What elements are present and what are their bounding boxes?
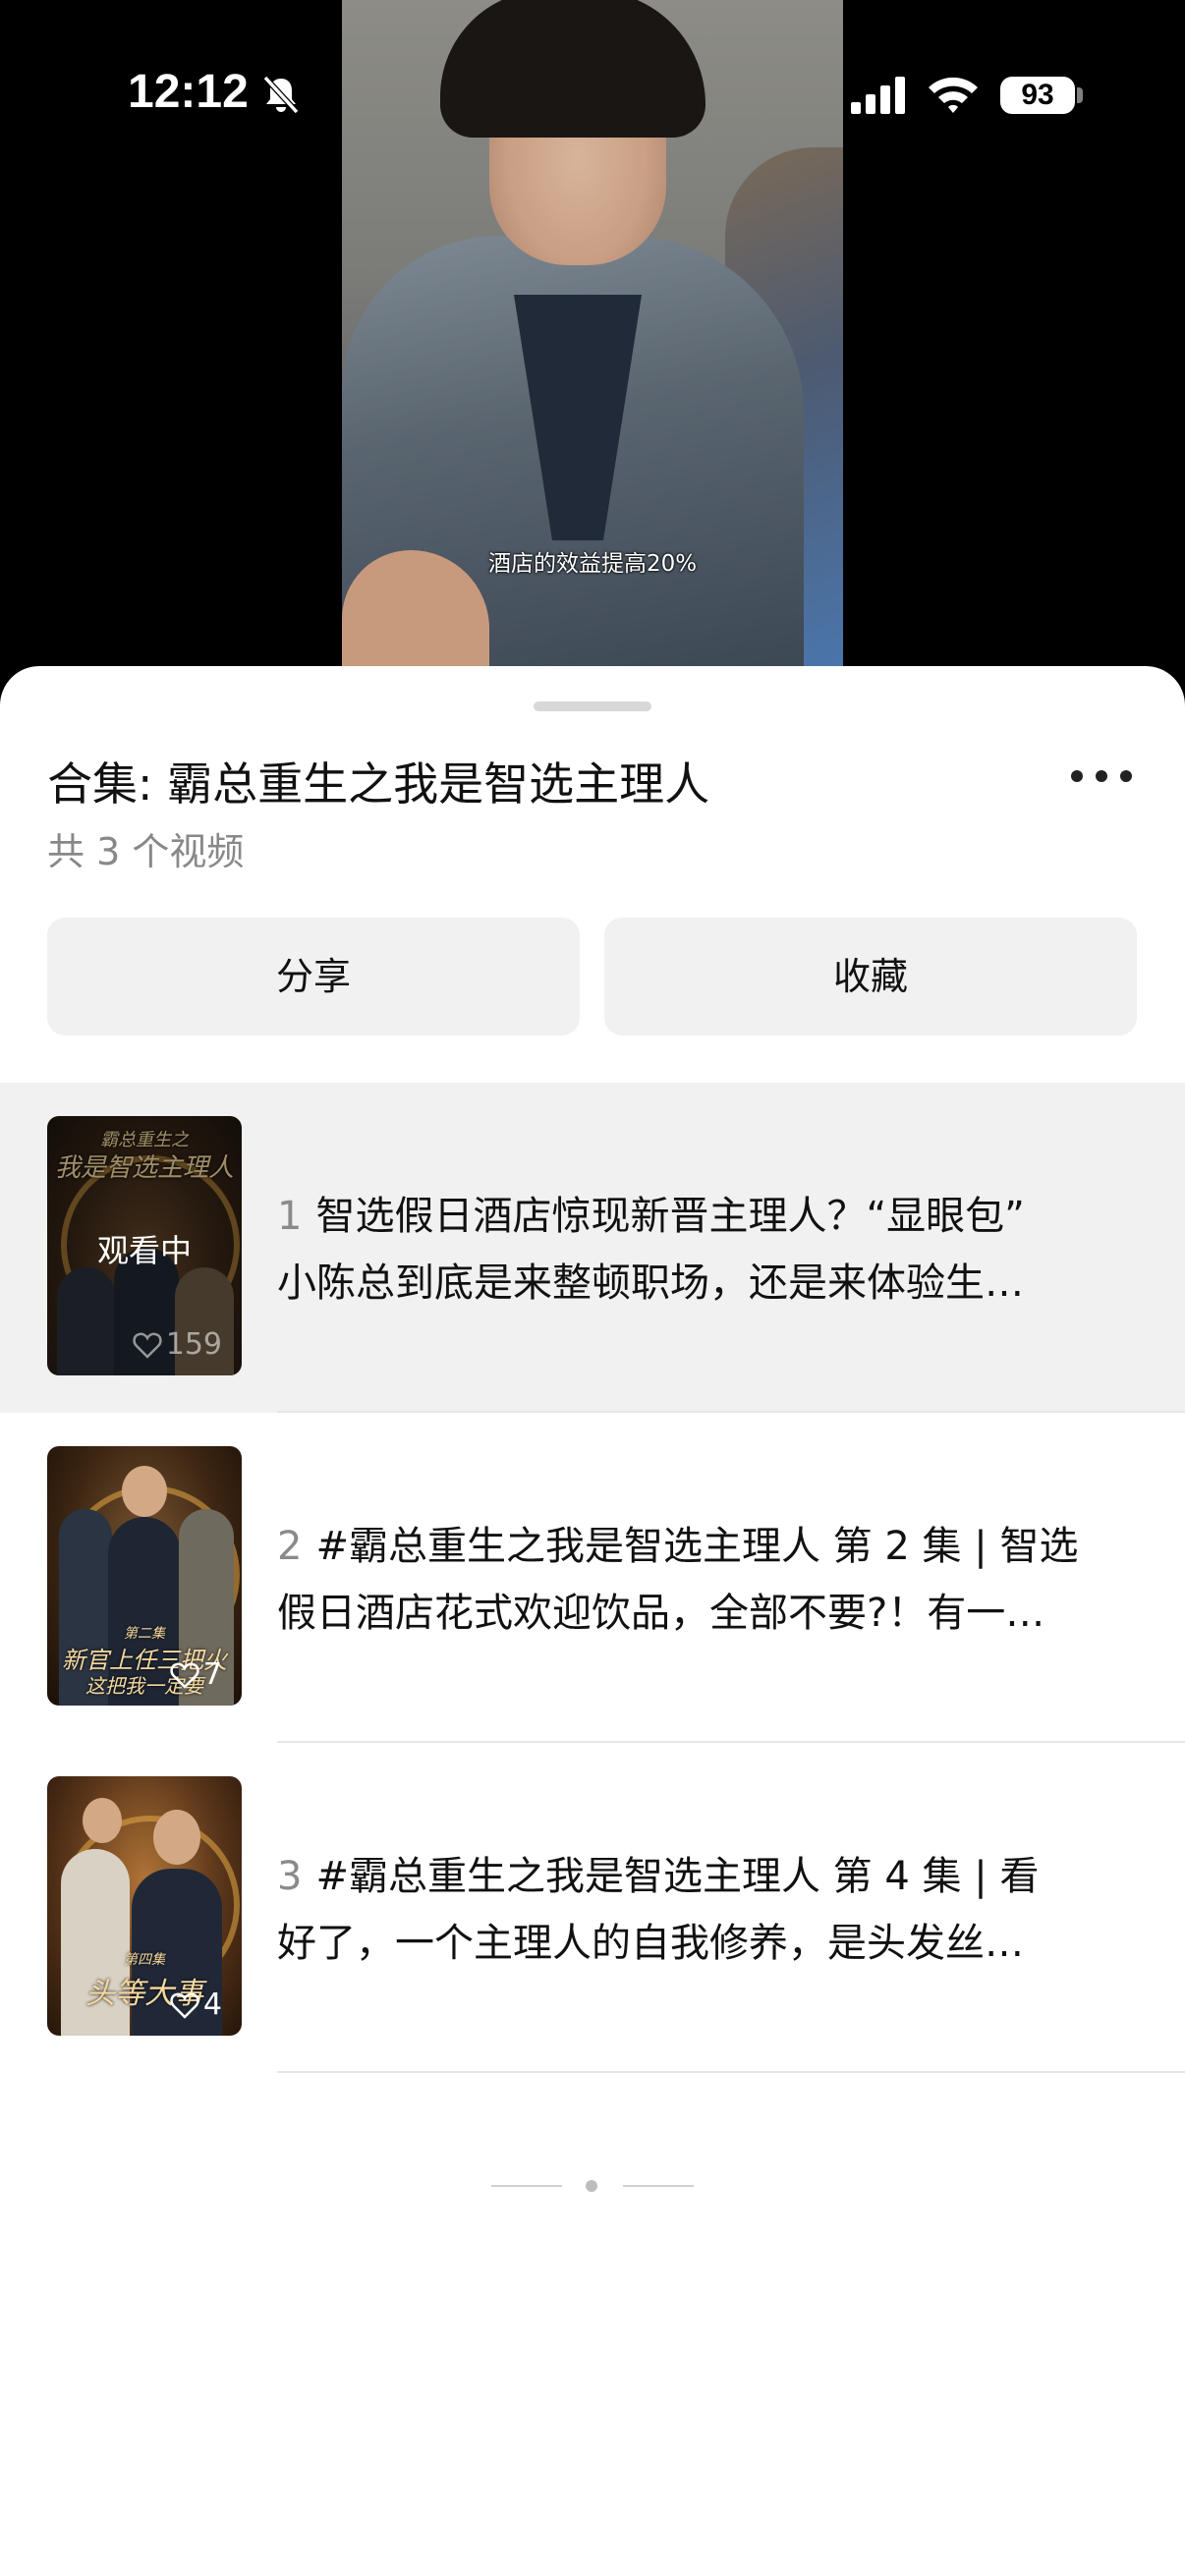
battery-tip [1077,87,1083,103]
episode-item-3[interactable]: 第四集 头等大事 4 3 #霸总重生之我是智选主理人 第 4 集 | 看 好了，一… [0,1743,1185,2073]
episode-title-line: 2 #霸总重生之我是智选主理人 第 2 集 | 智选 [277,1513,1142,1580]
hair [440,0,705,138]
episode-number: 1 [277,1194,303,1239]
cover-face [122,1466,167,1517]
episode-title-text: #霸总重生之我是智选主理人 第 2 集 | 智选 [315,1524,1079,1569]
episode-item-1[interactable]: 霸总重生之 我是智选主理人 观看中 159 1 智选假日酒店惊现新晋主理人？“显眼… [0,1083,1185,1413]
pager-dash [491,2185,562,2187]
episode-title-line: 假日酒店花式欢迎饮品，全部不要?！有一… [277,1591,1045,1636]
share-button[interactable]: 分享 [47,918,580,1036]
episode-thumbnail: 第二集 新官上任三把火 这把我一定要 7 [47,1446,242,1706]
page-indicator [491,2179,694,2193]
episode-title: 1 智选假日酒店惊现新晋主理人？“显眼包” 小陈总到底是来整顿职场，还是来体验生… [277,1183,1142,1316]
episode-title-text: 智选假日酒店惊现新晋主理人？“显眼包” [315,1194,1025,1239]
cover-face [83,1798,122,1843]
heart-icon [170,1662,199,1689]
cellular-signal-icon [851,77,905,114]
episode-number: 2 [277,1524,303,1569]
now-watching-label: 观看中 [96,1232,192,1269]
like-count-value: 159 [165,1327,222,1362]
episode-thumbnail: 霸总重生之 我是智选主理人 观看中 159 [47,1116,242,1375]
pager-dash [623,2185,694,2187]
video-subtitle: 酒店的效益提高20% [487,551,698,577]
episode-thumbnail: 第四集 头等大事 4 [47,1776,242,2036]
battery-indicator: 93 [1000,77,1075,114]
like-count: 7 [170,1657,222,1692]
pager-dot [586,2180,597,2192]
video-player[interactable] [342,0,843,688]
bell-muted-icon [262,75,300,115]
heart-icon [170,1992,199,2019]
episode-title-line: 3 #霸总重生之我是智选主理人 第 4 集 | 看 [277,1843,1142,1910]
heart-icon [133,1332,162,1359]
episode-title: 3 #霸总重生之我是智选主理人 第 4 集 | 看 好了，一个主理人的自我修养，是… [277,1843,1142,1977]
collection-sheet: 合集: 霸总重生之我是智选主理人 共 3 个视频 分享 收藏 霸总重生之 我是智… [0,666,1185,2576]
episode-title-line: 好了，一个主理人的自我修养，是头发丝… [277,1921,1024,1966]
status-time: 12:12 [128,66,249,118]
divider [277,2071,1185,2073]
like-count: 159 [133,1327,222,1362]
like-count: 4 [170,1988,222,2022]
episode-item-2[interactable]: 第二集 新官上任三把火 这把我一定要 7 2 #霸总重生之我是智选主理人 第 2 … [0,1413,1185,1743]
favorite-button[interactable]: 收藏 [604,918,1137,1036]
episode-title-line: 小陈总到底是来整顿职场，还是来体验生… [277,1260,1024,1306]
episode-title: 2 #霸总重生之我是智选主理人 第 2 集 | 智选 假日酒店花式欢迎饮品，全部不… [277,1513,1142,1647]
wifi-icon [929,77,978,113]
cover-text: 第二集 [124,1626,165,1642]
video-count: 共 3 个视频 [47,830,245,873]
more-options-icon[interactable] [1071,764,1132,788]
episode-number: 3 [277,1854,303,1899]
episode-list: 霸总重生之 我是智选主理人 观看中 159 1 智选假日酒店惊现新晋主理人？“显眼… [0,1083,1185,2073]
like-count-value: 4 [202,1988,222,2022]
episode-title-text: #霸总重生之我是智选主理人 第 4 集 | 看 [315,1854,1040,1899]
cover-face [153,1810,200,1865]
like-count-value: 7 [202,1657,222,1692]
episode-title-line: 1 智选假日酒店惊现新晋主理人？“显眼包” [277,1183,1142,1250]
collection-title: 合集: 霸总重生之我是智选主理人 [47,757,710,811]
screen: 酒店的效益提高20% 12:12 93 合集: 霸总重生之我是智选主理人 共 3… [0,0,1185,2576]
cover-text: 第四集 [124,1952,165,1968]
sheet-grabber[interactable] [534,701,651,711]
